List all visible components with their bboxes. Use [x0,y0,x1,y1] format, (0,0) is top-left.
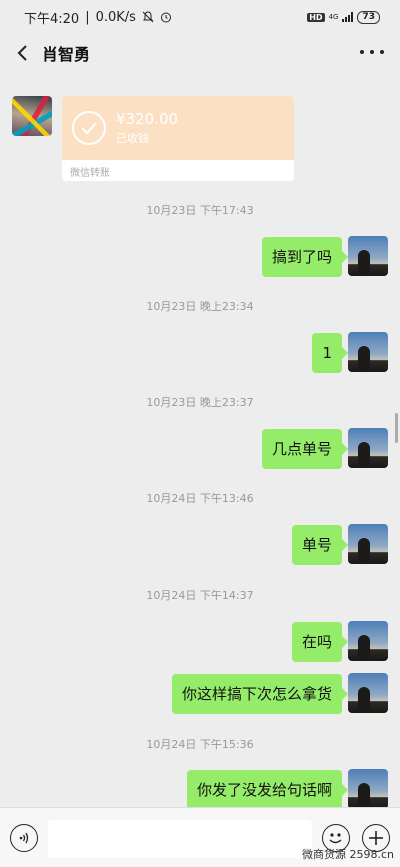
my-avatar[interactable] [348,621,388,661]
message-bubble[interactable]: 搞到了吗 [261,237,349,277]
message-timestamp: 10月23日 晚上23:34 [146,300,254,313]
my-avatar[interactable] [348,673,388,713]
my-avatar[interactable] [348,236,388,276]
mute-icon [142,11,154,23]
chevron-left-icon [17,45,27,61]
watermark: 微商货源 2598.cn [301,848,394,861]
status-bar: 下午4:20 | 0.0K/s HD 4G 73 [0,0,400,34]
battery-icon: 73 [357,10,380,24]
message-bubble[interactable]: 你发了没发给句话啊 [186,770,349,810]
my-avatar[interactable] [348,332,388,372]
more-options-icon[interactable] [360,42,384,62]
back-button[interactable] [8,38,38,68]
message-timestamp: 10月24日 下午15:36 [146,738,254,751]
message-timestamp: 10月24日 下午14:37 [146,589,254,602]
message-bubble[interactable]: 单号 [291,525,349,565]
my-avatar[interactable] [348,428,388,468]
transfer-label: 微信转账 [70,168,110,179]
transfer-card[interactable]: ¥320.00 已收钱 微信转账 [62,96,294,181]
net-type-label: 4G [328,12,339,21]
plus-icon [369,831,383,845]
alarm-icon [160,12,171,23]
scrollbar[interactable] [395,413,398,443]
message-bubble[interactable]: 几点单号 [261,429,349,469]
check-icon [72,111,106,145]
message-bubble[interactable]: 1 [312,333,348,373]
my-avatar[interactable] [348,769,388,809]
transfer-status: 已收钱 [116,132,149,145]
net-type: 4G [328,12,339,21]
message-bubble[interactable]: 你这样搞下次怎么拿货 [171,674,349,714]
contact-avatar[interactable] [12,96,52,136]
message-bubble[interactable]: 在吗 [291,622,349,662]
status-time: 下午4:20 [24,11,80,27]
my-avatar[interactable] [348,524,388,564]
page-title: 肖智勇 [42,45,91,64]
network-speed: 0.0K/s [95,9,136,25]
voice-button[interactable] [10,824,38,852]
message-timestamp: 10月23日 下午17:43 [146,204,254,217]
message-timestamp: 10月24日 下午13:46 [146,492,254,505]
chat-header: 肖智勇 [0,34,400,72]
voice-icon [19,832,29,844]
status-separator: | [85,9,90,25]
message-input[interactable] [48,820,312,858]
signal-icon [342,12,354,22]
message-timestamp: 10月23日 晚上23:37 [146,396,254,409]
hd-badge: HD [307,12,325,22]
transfer-amount: ¥320.00 [116,110,179,128]
